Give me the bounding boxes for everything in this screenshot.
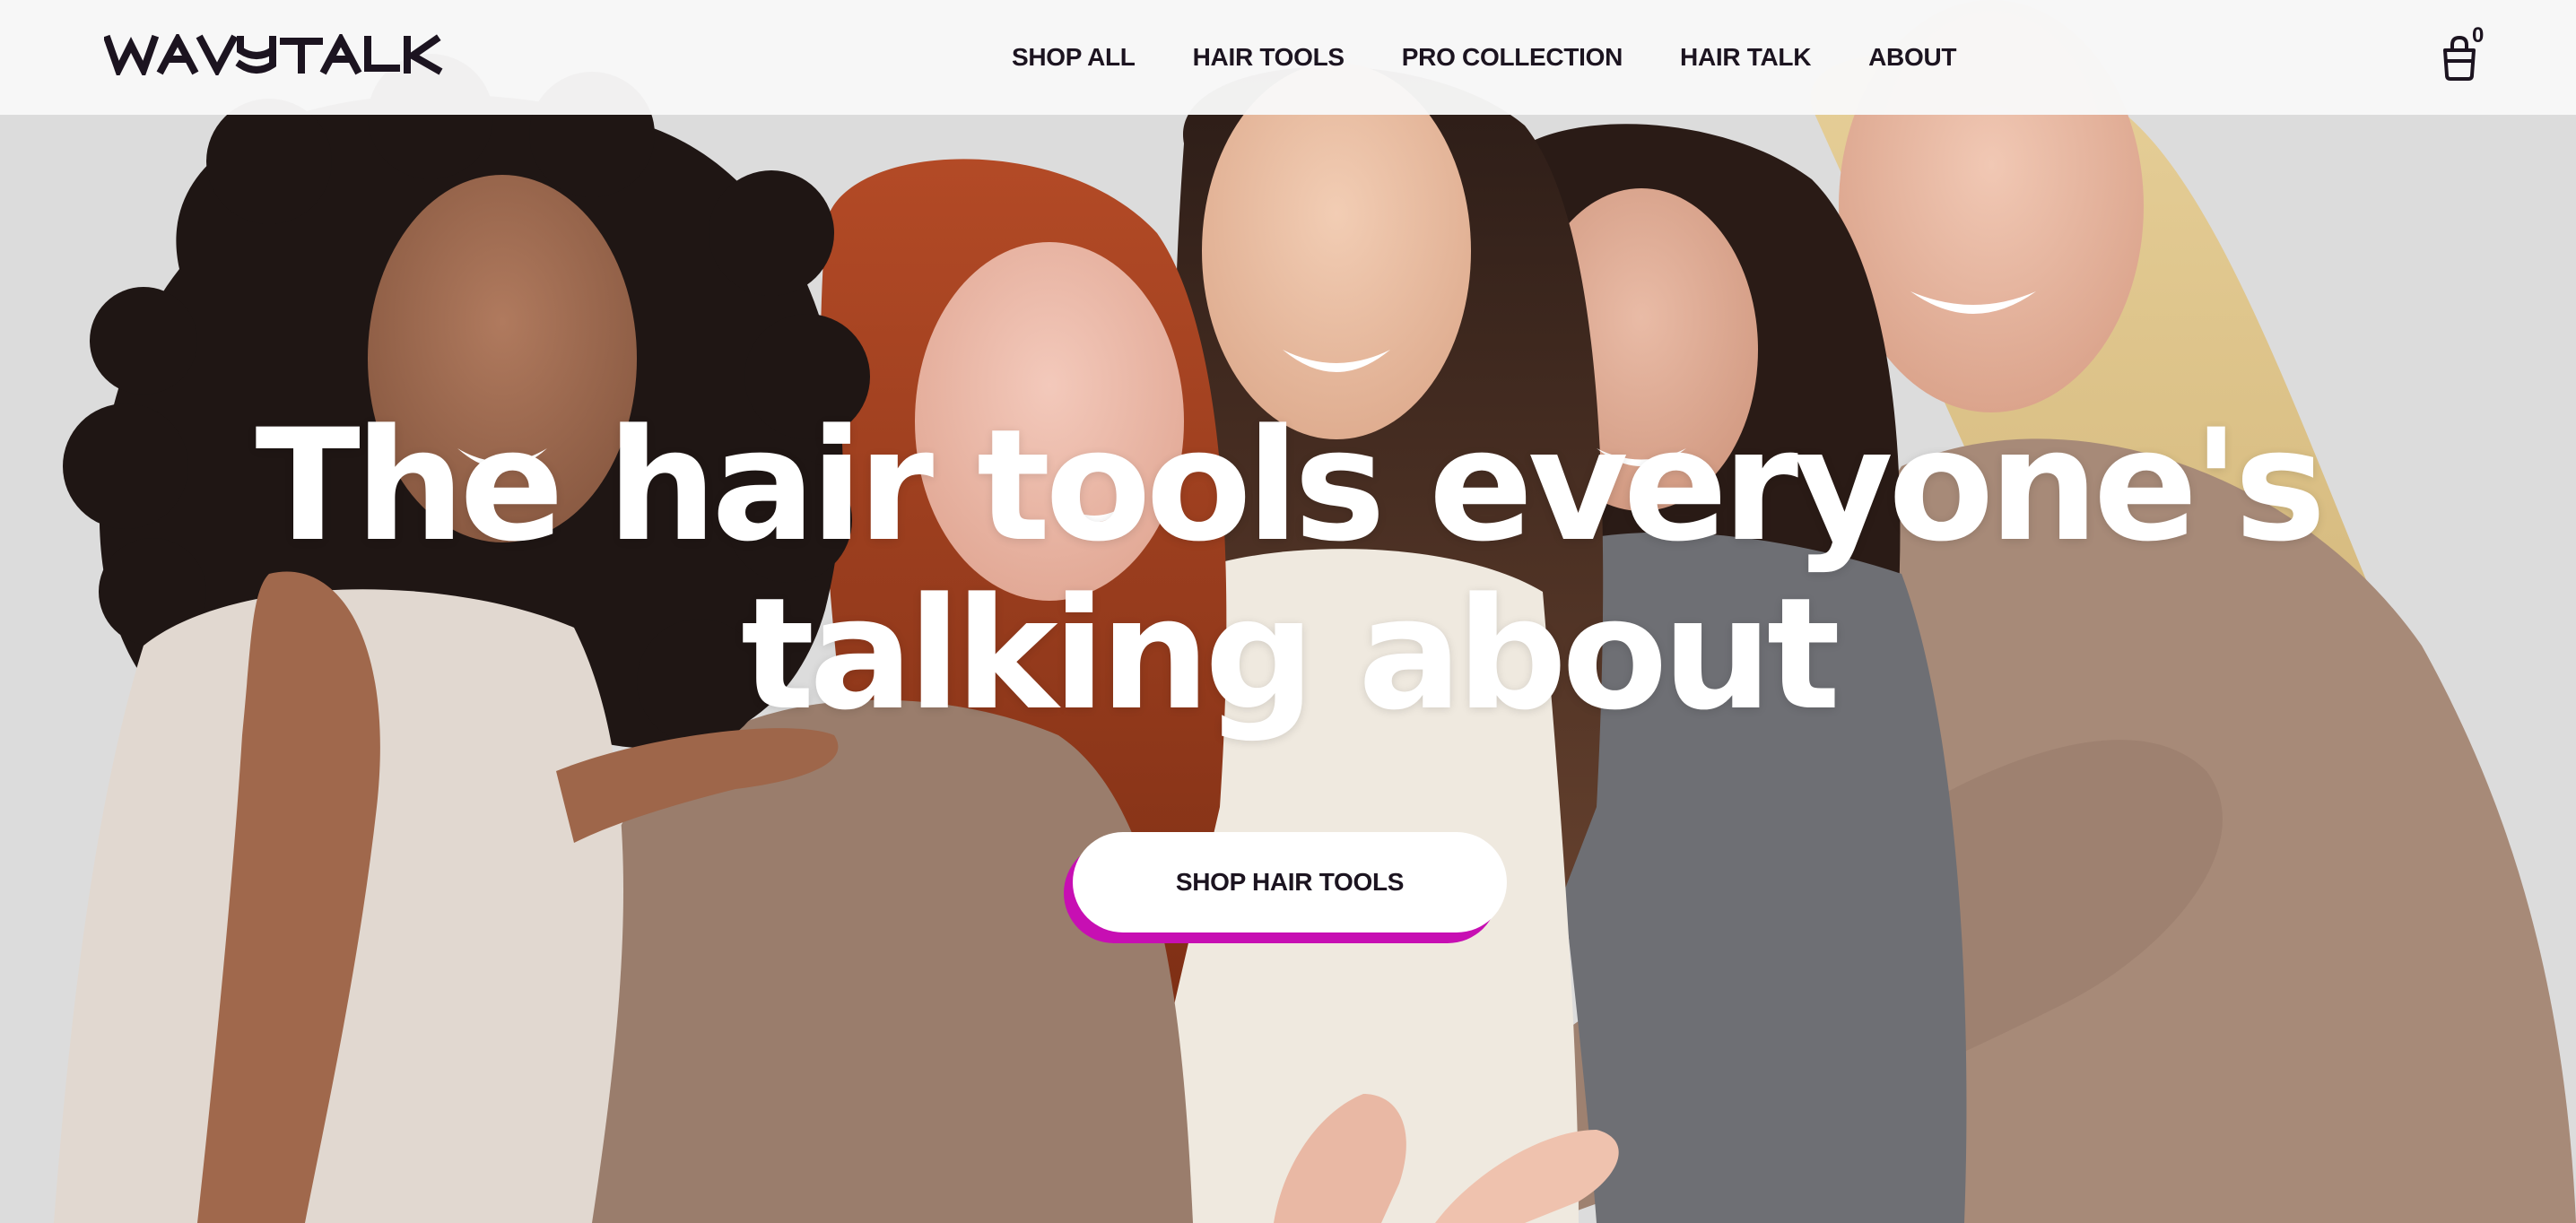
- page: The hair tools everyone's talking about …: [0, 0, 2576, 1223]
- hero-headline-line2: talking about: [740, 564, 1841, 744]
- hero-headline-line1: The hair tools everyone's: [255, 395, 2327, 576]
- hero-headline: The hair tools everyone's talking about: [0, 402, 2576, 739]
- cta-wrapper: SHOP HAIR TOOLS: [1064, 832, 1509, 945]
- wavytalk-logo[interactable]: [102, 31, 502, 80]
- main-nav: SHOP ALL HAIR TOOLS PRO COLLECTION HAIR …: [1012, 0, 1956, 115]
- nav-pro-collection[interactable]: PRO COLLECTION: [1402, 43, 1623, 72]
- cart-count-badge: 0: [2472, 23, 2485, 48]
- site-header: SHOP ALL HAIR TOOLS PRO COLLECTION HAIR …: [0, 0, 2576, 115]
- logo-wordmark: [102, 31, 443, 80]
- nav-about[interactable]: ABOUT: [1868, 43, 1956, 72]
- shop-hair-tools-button[interactable]: SHOP HAIR TOOLS: [1073, 832, 1507, 932]
- hero-section: The hair tools everyone's talking about …: [0, 0, 2576, 1223]
- nav-shop-all[interactable]: SHOP ALL: [1012, 43, 1136, 72]
- nav-hair-talk[interactable]: HAIR TALK: [1680, 43, 1811, 72]
- nav-hair-tools[interactable]: HAIR TOOLS: [1193, 43, 1345, 72]
